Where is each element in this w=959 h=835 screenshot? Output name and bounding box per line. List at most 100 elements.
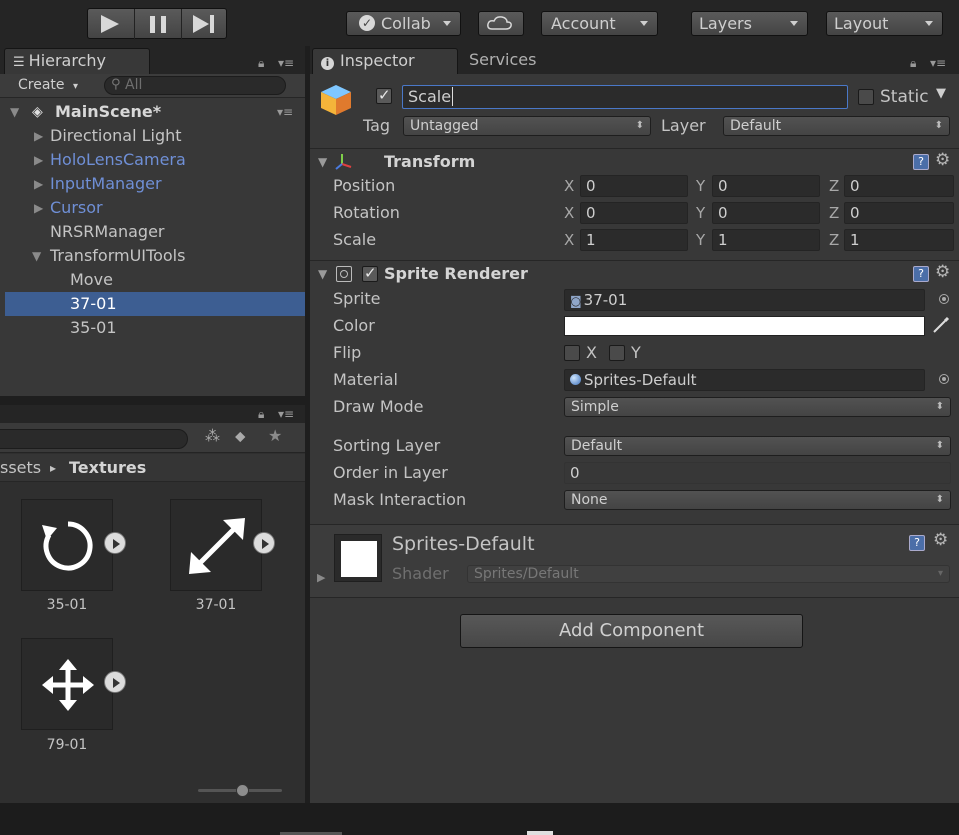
play-icon[interactable] <box>104 671 126 693</box>
zoom-slider-thumb[interactable] <box>236 784 249 797</box>
scale-y-field[interactable]: 1 <box>712 229 820 251</box>
help-icon[interactable]: ? <box>909 535 925 551</box>
asset-thumbnail[interactable] <box>21 638 113 730</box>
account-button[interactable]: Account <box>541 11 658 36</box>
axis-y-label: Y <box>696 177 706 195</box>
star-icon[interactable]: ★ <box>268 426 282 445</box>
help-icon[interactable]: ? <box>913 154 929 170</box>
sorting-layer-label: Sorting Layer <box>333 436 441 455</box>
flip-x-checkbox[interactable] <box>564 345 580 361</box>
layer-dropdown[interactable]: Default ⬍ <box>723 116 950 136</box>
pause-button[interactable] <box>135 9 182 40</box>
eyedropper-icon[interactable] <box>931 315 951 335</box>
rotation-z-field[interactable]: 0 <box>844 202 954 224</box>
list-item[interactable]: Move <box>5 268 305 292</box>
material-field[interactable]: Sprites-Default <box>564 369 925 391</box>
transform-header[interactable]: ▼ Transform ? ⚙ <box>310 148 959 174</box>
position-x-field[interactable]: 0 <box>580 175 688 197</box>
list-item[interactable]: ▶ HoloLensCamera <box>5 148 305 172</box>
flip-y-checkbox[interactable] <box>609 345 625 361</box>
axis-y-label: Y <box>696 231 706 249</box>
help-icon[interactable]: ? <box>913 266 929 282</box>
sorting-layer-dropdown[interactable]: Default ⬍ <box>564 436 951 456</box>
sprite-renderer-enabled-checkbox[interactable]: ✓ <box>362 264 378 282</box>
gear-icon[interactable]: ⚙ <box>933 530 948 550</box>
tab-services[interactable]: Services <box>461 48 571 74</box>
dropdown-arrows-icon: ⬍ <box>934 120 943 131</box>
scale-x-field[interactable]: 1 <box>580 229 688 251</box>
lock-icon[interactable]: 🔒︎ <box>258 407 264 422</box>
step-button[interactable] <box>182 9 229 40</box>
filter-type-icon[interactable]: ⁂ <box>205 427 220 445</box>
add-component-button[interactable]: Add Component <box>460 614 803 648</box>
list-item[interactable]: ▶ InputManager <box>5 172 305 196</box>
sprite-renderer-header[interactable]: ▼ ✓ Sprite Renderer ? ⚙ <box>310 260 959 286</box>
tag-dropdown[interactable]: Untagged ⬍ <box>403 116 651 136</box>
rotation-y-field[interactable]: 0 <box>712 202 820 224</box>
create-dropdown[interactable]: Create ▾ <box>12 76 90 96</box>
scene-menu-icon[interactable]: ▾≡ <box>277 100 293 124</box>
object-picker-icon[interactable] <box>939 374 949 384</box>
position-z-field[interactable]: 0 <box>844 175 954 197</box>
breadcrumb-assets[interactable]: ssets <box>0 454 41 482</box>
field-value: 0 <box>718 204 728 222</box>
order-in-layer-value: 0 <box>570 464 580 482</box>
sprite-field[interactable]: ◙ 37-01 <box>564 289 925 311</box>
field-value: 1 <box>850 231 860 249</box>
active-checkbox[interactable]: ✓ <box>376 86 392 104</box>
list-item[interactable]: ▼ TransformUITools <box>5 244 305 268</box>
chevron-right-icon[interactable]: ▶ <box>317 571 325 584</box>
asset-thumbnail[interactable] <box>170 499 262 591</box>
list-item-selected[interactable]: 37-01 <box>5 292 305 316</box>
mask-interaction-label: Mask Interaction <box>333 490 467 509</box>
panel-menu-icon[interactable]: ▾≡ <box>278 407 294 421</box>
panel-menu-icon[interactable]: ▾≡ <box>930 56 946 70</box>
info-icon: i <box>321 57 334 70</box>
pause-icon <box>150 16 166 33</box>
sorting-layer-value: Default <box>571 438 623 454</box>
panel-menu-icon[interactable]: ▾≡ <box>278 56 294 70</box>
object-name-input[interactable]: Scale <box>402 85 848 109</box>
list-item[interactable]: ▶ Directional Light <box>5 124 305 148</box>
transform-title: Transform <box>384 152 476 171</box>
play-icon[interactable] <box>104 532 126 554</box>
collab-button[interactable]: ✓ Collab <box>346 11 461 36</box>
mask-interaction-dropdown[interactable]: None ⬍ <box>564 490 951 510</box>
scene-row[interactable]: ▼ ◈ MainScene* ▾≡ <box>5 100 305 124</box>
list-item[interactable]: 35-01 <box>5 316 305 340</box>
layout-button[interactable]: Layout <box>826 11 943 36</box>
cloud-button[interactable] <box>478 11 524 36</box>
static-checkbox[interactable] <box>858 89 874 105</box>
static-dropdown-icon[interactable]: ▼ <box>936 86 946 101</box>
list-item[interactable]: ▶ Cursor <box>5 196 305 220</box>
field-value: 0 <box>850 177 860 195</box>
project-search-input[interactable] <box>0 429 188 449</box>
gear-icon[interactable]: ⚙ <box>935 262 950 282</box>
play-button[interactable] <box>88 9 135 40</box>
rotation-x-field[interactable]: 0 <box>580 202 688 224</box>
zoom-slider[interactable] <box>198 784 282 797</box>
lock-icon[interactable]: 🔒︎ <box>910 56 916 71</box>
item-label: 37-01 <box>70 294 117 313</box>
scale-z-field[interactable]: 1 <box>844 229 954 251</box>
gear-icon[interactable]: ⚙ <box>935 150 950 170</box>
tab-hierarchy[interactable]: ☰ Hierarchy <box>4 48 150 74</box>
layers-button[interactable]: Layers <box>691 11 808 36</box>
shader-dropdown[interactable]: Sprites/Default ▾ <box>467 565 950 583</box>
breadcrumb-textures[interactable]: Textures <box>69 454 146 482</box>
hierarchy-search-input[interactable]: ⚲ All <box>104 76 286 95</box>
order-in-layer-field[interactable]: 0 <box>564 462 951 484</box>
list-item[interactable]: NRSRManager <box>5 220 305 244</box>
lock-icon[interactable]: 🔒︎ <box>258 56 264 71</box>
color-swatch[interactable] <box>564 316 925 336</box>
draw-mode-dropdown[interactable]: Simple ⬍ <box>564 397 951 417</box>
project-tab-strip: 🔒︎ ▾≡ <box>0 405 305 423</box>
project-panel: 🔒︎ ▾≡ ⁂ ⬥ ★ ssets ▸ Textures 35-01 37-01… <box>0 405 305 803</box>
position-y-field[interactable]: 0 <box>712 175 820 197</box>
asset-thumbnail[interactable] <box>21 499 113 591</box>
tab-inspector[interactable]: i Inspector <box>312 48 458 74</box>
tag-icon[interactable]: ⬥ <box>235 427 246 445</box>
sprite-label: Sprite <box>333 289 381 308</box>
object-picker-icon[interactable] <box>939 294 949 304</box>
play-icon[interactable] <box>253 532 275 554</box>
